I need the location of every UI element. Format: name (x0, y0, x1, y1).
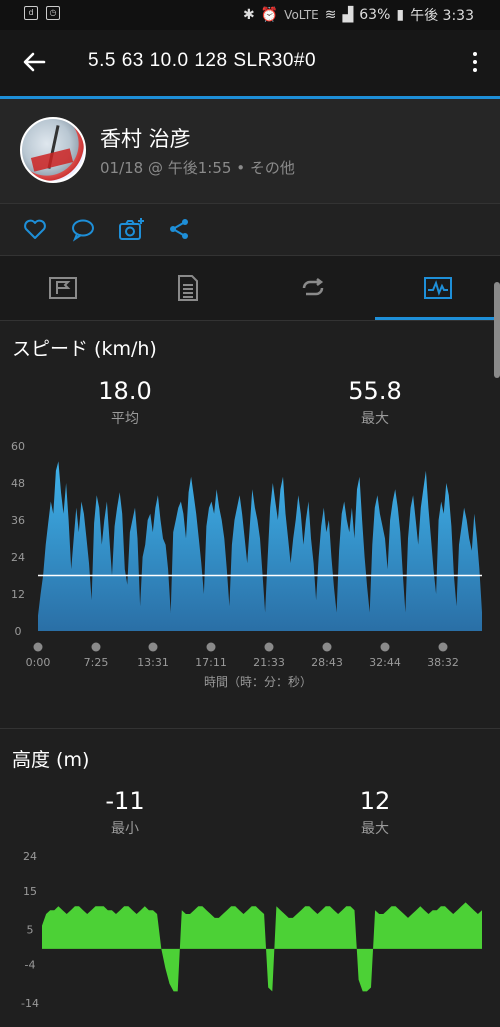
x-tick-label: 21:33 (253, 656, 285, 669)
y-tick-label: 12 (11, 588, 25, 601)
elevation-area (42, 902, 482, 992)
x-tick-dot (322, 642, 332, 652)
section-divider (0, 728, 500, 729)
share-icon[interactable] (166, 216, 194, 244)
tab-summary[interactable] (0, 256, 125, 320)
app-bar: 5.5 63 10.0 128 SLR30#0 (0, 30, 500, 99)
alarm-icon: ⏰ (260, 7, 279, 23)
bluetooth-icon: ✱ (243, 7, 255, 23)
x-tick-dot (380, 642, 390, 652)
social-actions (0, 203, 500, 256)
avg-speed-label: 平均 (111, 411, 139, 427)
activity-meta: 01/18 @ 午後1:55 • その他 (100, 159, 295, 177)
y-tick-label: 15 (23, 885, 37, 898)
user-name: 香村 治彦 (100, 127, 191, 151)
x-tick-dot (33, 642, 43, 652)
gallery-notification-icon: ◷ (46, 6, 60, 20)
min-elevation-label: 最小 (111, 821, 139, 837)
y-tick-label: 36 (11, 514, 25, 527)
signal-icon: ▟ (342, 7, 354, 23)
y-tick-label: -14 (21, 997, 39, 1010)
x-tick-label: 7:25 (84, 656, 109, 669)
x-tick-dot (206, 642, 216, 652)
battery-icon: ▮ (396, 7, 405, 23)
tab-laps[interactable] (250, 256, 375, 320)
notification-icon: d (24, 6, 38, 20)
max-elevation-label: 最大 (361, 821, 389, 837)
activity-profile: 香村 治彦 01/18 @ 午後1:55 • その他 (0, 99, 500, 203)
scrollbar[interactable] (494, 282, 500, 378)
x-tick-dot (91, 642, 101, 652)
y-tick-label: 60 (11, 440, 25, 453)
laps-icon (302, 278, 323, 296)
x-tick-label: 17:11 (195, 656, 227, 669)
elevation-chart: -14 -4 5 15 24 (21, 850, 482, 1010)
x-tick-label: 13:31 (137, 656, 169, 669)
detail-tabs (0, 255, 500, 321)
avatar[interactable] (20, 117, 86, 183)
overflow-menu-icon[interactable] (468, 48, 482, 78)
comment-icon[interactable] (70, 216, 98, 244)
clock: 午後 3:33 (410, 8, 474, 24)
x-tick-label: 38:32 (427, 656, 459, 669)
x-tick-dot (264, 642, 274, 652)
x-axis-label: 時間（時：分：秒） (204, 675, 312, 689)
avg-speed-value: 18.0 (98, 377, 152, 405)
x-tick-label: 32:44 (369, 656, 401, 669)
x-tick-label: 0:00 (26, 656, 51, 669)
volte-label: VoLTE (284, 8, 319, 22)
document-icon (177, 275, 198, 301)
chart-icon (423, 277, 452, 299)
y-tick-label: -4 (25, 958, 36, 971)
speed-area (38, 461, 482, 631)
max-elevation-value: 12 (359, 787, 391, 815)
back-arrow-icon[interactable] (20, 48, 50, 78)
activity-title: 5.5 63 10.0 128 SLR30#0 (88, 50, 317, 71)
y-tick-label: 24 (11, 551, 25, 564)
speed-chart: 0 12 24 36 48 60 0:00 7:25 13:31 17:11 21:33 28:43 3… (11, 440, 482, 689)
y-tick-label: 48 (11, 477, 25, 490)
x-tick-dot (148, 642, 158, 652)
summary-flag-icon (48, 277, 77, 299)
y-tick-label: 24 (23, 850, 37, 863)
status-bar: d ◷ ✱ ⏰ VoLTE ≋ ▟ 63% ▮ 午後 3:33 (0, 0, 500, 30)
tab-details[interactable] (125, 256, 250, 320)
tab-charts[interactable] (375, 256, 500, 320)
battery-percent: 63% (359, 7, 391, 23)
x-tick-dot (438, 642, 448, 652)
y-tick-label: 0 (15, 625, 22, 638)
wifi-icon: ≋ (324, 7, 337, 23)
y-tick-label: 5 (27, 924, 34, 937)
max-speed-value: 55.8 (348, 377, 402, 405)
max-speed-label: 最大 (361, 411, 389, 427)
heart-icon[interactable] (22, 216, 50, 244)
x-tick-label: 28:43 (311, 656, 343, 669)
speed-title: スピード (km/h) (12, 338, 157, 360)
camera-add-icon[interactable] (118, 216, 146, 244)
elevation-title: 高度 (m) (12, 749, 90, 771)
min-elevation-value: -11 (105, 787, 145, 815)
